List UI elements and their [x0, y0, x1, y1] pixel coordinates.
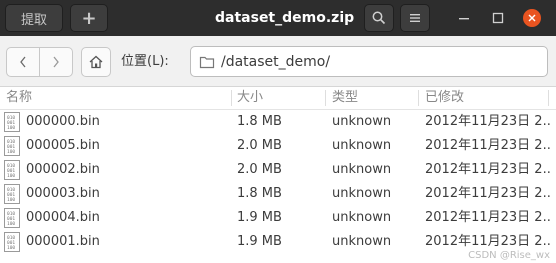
svg-text:100: 100 — [7, 125, 15, 131]
file-size: 1.8 MB — [237, 114, 282, 129]
file-modified: 2012年11月23日 2... — [425, 210, 550, 225]
svg-text:100: 100 — [7, 173, 15, 179]
column-separator[interactable] — [325, 90, 326, 106]
file-type: unknown — [332, 234, 392, 249]
file-name: 000005.bin — [26, 138, 100, 153]
file-type: unknown — [332, 114, 392, 129]
column-type[interactable]: 类型 — [332, 87, 358, 109]
file-type: unknown — [332, 210, 392, 225]
extract-button[interactable]: 提取 — [5, 4, 63, 32]
file-row[interactable]: 010 001 100 000002.bin 2.0 MB unknown 2012… — [0, 158, 556, 182]
file-type: unknown — [332, 186, 392, 201]
file-type: unknown — [332, 138, 392, 153]
header-bar: 提取 + dataset_demo.zip — [0, 0, 556, 37]
file-size: 1.9 MB — [237, 210, 282, 225]
file-list: 010 001 100 000000.bin 1.8 MB unknown 2012… — [0, 110, 556, 254]
watermark: CSDN @Rise_wx — [468, 250, 550, 261]
file-size: 2.0 MB — [237, 162, 282, 177]
column-separator[interactable] — [548, 90, 549, 106]
window-title: dataset_demo.zip — [215, 10, 355, 26]
svg-text:100: 100 — [7, 197, 15, 203]
file-type: unknown — [332, 162, 392, 177]
file-name: 000003.bin — [26, 186, 100, 201]
search-button[interactable] — [364, 4, 394, 32]
binary-file-icon: 010 001 100 — [4, 160, 20, 180]
file-size: 1.8 MB — [237, 186, 282, 201]
column-name[interactable]: 名称 — [6, 87, 32, 109]
close-icon — [528, 14, 536, 22]
svg-text:100: 100 — [7, 149, 15, 155]
file-name: 000002.bin — [26, 162, 100, 177]
file-row[interactable]: 010 001 100 000005.bin 2.0 MB unknown 2012… — [0, 134, 556, 158]
column-header: 名称 大小 类型 已修改 — [0, 87, 556, 110]
column-separator[interactable] — [231, 90, 232, 106]
svg-text:100: 100 — [7, 221, 15, 227]
location-bar: 位置(L): /dataset_demo/ — [0, 36, 556, 87]
binary-file-icon: 010 001 100 — [4, 136, 20, 156]
file-modified: 2012年11月23日 2... — [425, 186, 550, 201]
home-button[interactable] — [81, 47, 111, 77]
maximize-button[interactable] — [484, 0, 512, 36]
file-modified: 2012年11月23日 2... — [425, 138, 550, 153]
back-button[interactable] — [7, 48, 39, 76]
minimize-icon — [459, 18, 469, 20]
forward-button[interactable] — [39, 48, 72, 76]
hamburger-menu-icon — [410, 14, 420, 22]
file-row[interactable]: 010 001 100 000004.bin 1.9 MB unknown 2012… — [0, 206, 556, 230]
file-name: 000004.bin — [26, 210, 100, 225]
svg-text:100: 100 — [7, 245, 15, 251]
chevron-right-icon — [53, 56, 59, 68]
file-size: 1.9 MB — [237, 234, 282, 249]
binary-file-icon: 010 001 100 — [4, 112, 20, 132]
file-modified: 2012年11月23日 2... — [425, 114, 550, 129]
binary-file-icon: 010 001 100 — [4, 208, 20, 228]
column-modified[interactable]: 已修改 — [425, 87, 464, 109]
file-row[interactable]: 010 001 100 000003.bin 1.8 MB unknown 2012… — [0, 182, 556, 206]
location-path-text: /dataset_demo/ — [221, 53, 331, 70]
minimize-button[interactable] — [450, 0, 478, 36]
close-button[interactable] — [518, 0, 546, 36]
search-icon — [372, 11, 386, 25]
location-label: 位置(L): — [121, 54, 169, 69]
chevron-left-icon — [20, 56, 26, 68]
column-size[interactable]: 大小 — [237, 87, 263, 109]
add-button[interactable]: + — [70, 4, 108, 32]
menu-button[interactable] — [400, 4, 430, 32]
column-separator[interactable] — [418, 90, 419, 106]
file-name: 000000.bin — [26, 114, 100, 129]
home-icon — [89, 55, 103, 69]
file-name: 000001.bin — [26, 234, 100, 249]
file-size: 2.0 MB — [237, 138, 282, 153]
binary-file-icon: 010 001 100 — [4, 232, 20, 252]
folder-icon — [199, 55, 215, 69]
location-path-field[interactable]: /dataset_demo/ — [190, 46, 548, 77]
maximize-icon — [492, 12, 504, 24]
file-modified: 2012年11月23日 2... — [425, 162, 550, 177]
file-row[interactable]: 010 001 100 000000.bin 1.8 MB unknown 2012… — [0, 110, 556, 134]
navigation-buttons — [6, 47, 73, 77]
binary-file-icon: 010 001 100 — [4, 184, 20, 204]
